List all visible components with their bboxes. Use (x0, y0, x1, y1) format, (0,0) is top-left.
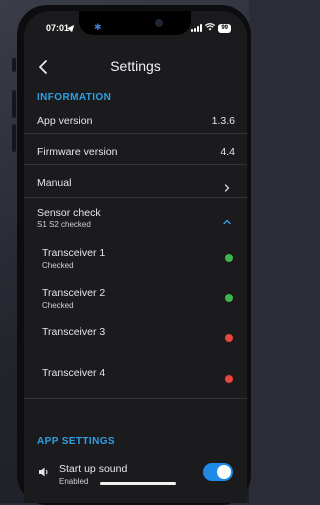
transceiver-status: Checked (42, 261, 74, 270)
startup-sound-label: Start up sound (59, 463, 128, 475)
phone-volume-down-button (12, 124, 16, 152)
app-version-value: 1.3.6 (211, 115, 235, 127)
status-error-dot (225, 375, 233, 383)
information-section-title: INFORMATION (37, 92, 112, 103)
app-version-row: App version 1.3.6 (24, 113, 247, 143)
phone-volume-up-button (12, 90, 16, 118)
wifi-icon (205, 23, 216, 33)
divider (24, 197, 247, 198)
sensor-check-row[interactable]: Sensor check S1 S2 checked (24, 205, 247, 235)
signal-icon (191, 24, 203, 32)
transceiver-label: Transceiver 4 (42, 367, 106, 379)
divider (24, 164, 247, 165)
divider (24, 133, 247, 134)
startup-sound-status: Enabled (59, 477, 89, 486)
status-ok-dot (225, 254, 233, 262)
status-ok-dot (225, 294, 233, 302)
page-title: Settings (110, 58, 161, 74)
status-indicators: 99 (191, 23, 231, 33)
transceiver-label: Transceiver 1 (42, 247, 106, 259)
transceiver-row: Transceiver 1 Checked (24, 247, 247, 283)
nav-header: Settings (24, 55, 247, 79)
status-time: 07:01 (46, 23, 70, 33)
toggle-knob (217, 465, 231, 479)
sensor-check-subtitle: S1 S2 checked (37, 220, 91, 229)
chevron-right-icon (223, 179, 231, 192)
battery-icon: 99 (218, 23, 231, 33)
chevron-up-icon (223, 213, 231, 225)
transceiver-row: Transceiver 3 (24, 326, 247, 362)
startup-sound-toggle[interactable] (203, 463, 233, 481)
manual-row[interactable]: Manual (24, 173, 247, 197)
transceiver-label: Transceiver 2 (42, 287, 106, 299)
firmware-version-label: Firmware version (37, 146, 118, 158)
speaker-icon (38, 465, 50, 477)
camera-icon (155, 19, 163, 27)
transceiver-status: Checked (42, 301, 74, 310)
firmware-version-row: Firmware version 4.4 (24, 144, 247, 174)
divider (24, 398, 247, 399)
sensor-check-label: Sensor check (37, 207, 101, 219)
settings-screen: 07:01 ✱ 99 Settings INFORMATION App vers… (24, 11, 247, 503)
transceiver-label: Transceiver 3 (42, 326, 106, 338)
transceiver-row: Transceiver 2 Checked (24, 287, 247, 323)
firmware-version-value: 4.4 (220, 146, 235, 158)
app-settings-section-title: APP SETTINGS (37, 436, 115, 447)
app-version-label: App version (37, 115, 93, 127)
bluetooth-icon: ✱ (94, 22, 102, 32)
manual-label: Manual (37, 177, 72, 189)
phone-mute-switch (12, 58, 16, 72)
home-indicator[interactable] (100, 482, 176, 485)
status-error-dot (225, 334, 233, 342)
